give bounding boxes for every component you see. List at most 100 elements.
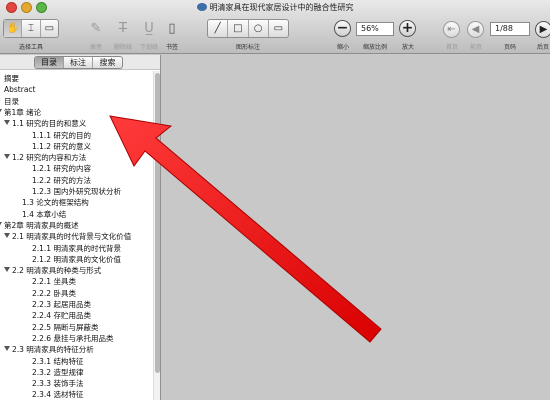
page-number-input[interactable]: 1/88 [490, 22, 530, 36]
toc-item-label: 1.3 论文的框架结构 [22, 198, 89, 208]
note-shape-button[interactable]: ▭ [269, 20, 288, 37]
prev-page-button[interactable]: ◀ [467, 21, 484, 38]
ellipse-shape-button[interactable]: ○ [249, 20, 269, 37]
toc-item[interactable]: 2.2.4 存贮用品类 [32, 310, 91, 321]
toc-item[interactable]: 1.2.2 研究的方法 [32, 175, 91, 186]
toc-item[interactable]: 2.2.3 起居用品类 [32, 299, 91, 310]
text-cursor-icon: ⌶ [27, 23, 34, 34]
toc-item[interactable]: 2.2.6 悬挂与承托用品类 [32, 333, 113, 344]
toc-item[interactable]: 目录 [4, 96, 19, 107]
toc-item[interactable]: 2.3.4 选材特征 [32, 389, 83, 400]
disclosure-triangle-icon[interactable] [4, 267, 10, 273]
toc-item[interactable]: 摘要 [4, 73, 19, 84]
toc-item[interactable]: 2.2.1 坐具类 [32, 276, 76, 287]
toc-item[interactable]: Abstract [4, 84, 35, 95]
toc-item[interactable]: 2.2 明清家具的种类与形式 [4, 265, 101, 276]
toc-item[interactable]: 1.2.3 国内外研究现状分析 [32, 186, 121, 197]
toc-item[interactable]: 1.4 本章小结 [22, 209, 66, 220]
note-icon: ▭ [273, 23, 284, 34]
toc-item[interactable]: 1.1 研究的目的和意义 [4, 118, 86, 129]
disclosure-triangle-icon[interactable] [4, 120, 10, 126]
rectangle-shape-button[interactable]: □ [228, 20, 249, 37]
bookmark-label: 书签 [165, 44, 179, 51]
toc-item[interactable]: 2.3 明清家具的特征分析 [4, 344, 94, 355]
toc-item[interactable]: 1.2.1 研究的内容 [32, 163, 91, 174]
toc-item-label: 2.1.2 明清家具的文化价值 [32, 254, 121, 264]
toc-item-label: 2.2.2 卧具类 [32, 288, 76, 298]
toc-item[interactable]: 2.1.1 明清家具的时代背景 [32, 243, 121, 254]
scrollbar-thumb[interactable] [155, 73, 160, 373]
underline-button[interactable]: U̲ [140, 20, 158, 37]
disclosure-triangle-icon[interactable] [4, 154, 10, 160]
toc-item[interactable]: 第2章 明清家具的概述 [0, 220, 79, 231]
toc-item[interactable]: 2.1.2 明清家具的文化价值 [32, 254, 121, 265]
window-title: 明清家具在现代家居设计中的融合性研究 [209, 3, 354, 12]
toc-item-label: 2.3.4 选材特征 [32, 390, 84, 400]
select-tool-group: ✋ ⌶ ▭ [3, 19, 59, 38]
toc-item[interactable]: 第1章 绪论 [0, 107, 41, 118]
sidebar-scrollbar[interactable] [153, 71, 160, 400]
toc-item-label: Abstract [4, 85, 36, 95]
toc-item[interactable]: 2.3.2 造型规律 [32, 367, 83, 378]
window-toolbar-area: 明清家具在现代家居设计中的融合性研究 ✋ ⌶ ▭ 选择工具 ✎ 高亮 T̶ 删除… [0, 0, 550, 54]
toc-item-label: 1.2.2 研究的方法 [32, 175, 91, 185]
disclosure-triangle-icon[interactable] [4, 346, 10, 352]
toc-item-label: 2.2.1 坐具类 [32, 277, 76, 287]
toc-item-label: 1.2.1 研究的内容 [32, 164, 91, 174]
shape-annotation-group: ╱ □ ○ ▭ [207, 19, 289, 38]
bookmark-icon: ▯ [168, 21, 176, 36]
tab-search[interactable]: 搜索 [93, 57, 122, 68]
disclosure-triangle-icon[interactable] [0, 221, 2, 227]
toc-item-label: 2.2.3 起居用品类 [32, 300, 91, 309]
shape-annotation-label: 图形标注 [235, 44, 261, 51]
toc-item-label: 2.2.5 隔断与屏蔽类 [32, 322, 99, 332]
toc-item-label: 目录 [4, 96, 19, 106]
underline-icon: U̲ [144, 21, 154, 36]
sidebar: 目录 标注 搜索 摘要 Abstract 目录 第1章 绪论 1.1 研究的目的和意义 1… [0, 55, 161, 400]
toc-item-label: 1.1 研究的目的和意义 [12, 119, 87, 129]
tab-annotations[interactable]: 标注 [64, 57, 93, 68]
disclosure-triangle-icon[interactable] [4, 233, 10, 239]
toc-item[interactable]: 1.3 论文的框架结构 [22, 197, 89, 208]
next-page-button[interactable]: ▶ [535, 21, 550, 38]
toc-item[interactable]: 2.2.2 卧具类 [32, 288, 76, 299]
document-viewport[interactable] [162, 55, 550, 400]
toc-item[interactable]: 1.1.1 研究的目的 [32, 130, 91, 141]
toc-item[interactable]: 1.2 研究的内容和方法 [4, 152, 86, 163]
toc-item-label: 2.2.4 存贮用品类 [32, 311, 91, 321]
plus-icon: + [401, 20, 414, 36]
toc-item-label: 1.4 本章小结 [22, 209, 67, 219]
minus-icon: − [336, 20, 349, 36]
window-title-wrap: 明清家具在现代家居设计中的融合性研究 [0, 2, 550, 13]
strikethrough-button[interactable]: T̶ [114, 20, 132, 37]
toc-item[interactable]: 2.3.3 装饰手法 [32, 378, 83, 389]
next-page-icon: ▶ [539, 24, 548, 35]
toc-item-label: 1.1.2 研究的意义 [32, 141, 91, 151]
next-page-label: 后页 [536, 44, 550, 51]
highlight-label: 高亮 [89, 44, 103, 51]
strikethrough-icon: T̶ [119, 21, 127, 36]
toc-item[interactable]: 2.1 明清家具的时代背景与文化价值 [4, 231, 131, 242]
toc-item[interactable]: 2.2.5 隔断与屏蔽类 [32, 322, 98, 333]
highlight-button[interactable]: ✎ [87, 20, 105, 37]
zoom-out-button[interactable]: − [334, 20, 351, 37]
hand-tool-button[interactable]: ✋ [4, 20, 23, 37]
first-page-button[interactable]: ⇤ [443, 21, 460, 38]
bookmark-button[interactable]: ▯ [163, 20, 181, 37]
image-select-button[interactable]: ▭ [41, 20, 58, 37]
toc-item-label: 2.3.3 装饰手法 [32, 379, 84, 389]
tab-contents[interactable]: 目录 [35, 57, 64, 68]
toc-item[interactable]: 1.1.2 研究的意义 [32, 141, 91, 152]
line-shape-button[interactable]: ╱ [208, 20, 229, 37]
toc-item[interactable]: 2.3.1 结构特征 [32, 356, 83, 367]
hand-icon: ✋ [6, 23, 19, 34]
title-bar: 明清家具在现代家居设计中的融合性研究 [0, 0, 550, 16]
toc-item-label: 2.3.1 结构特征 [32, 356, 84, 366]
zoom-input[interactable]: 56% [356, 22, 394, 36]
page-number-label: 页码 [503, 44, 517, 51]
disclosure-triangle-icon[interactable] [0, 108, 2, 114]
zoom-in-button[interactable]: + [399, 20, 416, 37]
sidebar-header: 目录 标注 搜索 [0, 55, 160, 70]
text-select-button[interactable]: ⌶ [22, 20, 41, 37]
first-page-icon: ⇤ [447, 24, 456, 35]
